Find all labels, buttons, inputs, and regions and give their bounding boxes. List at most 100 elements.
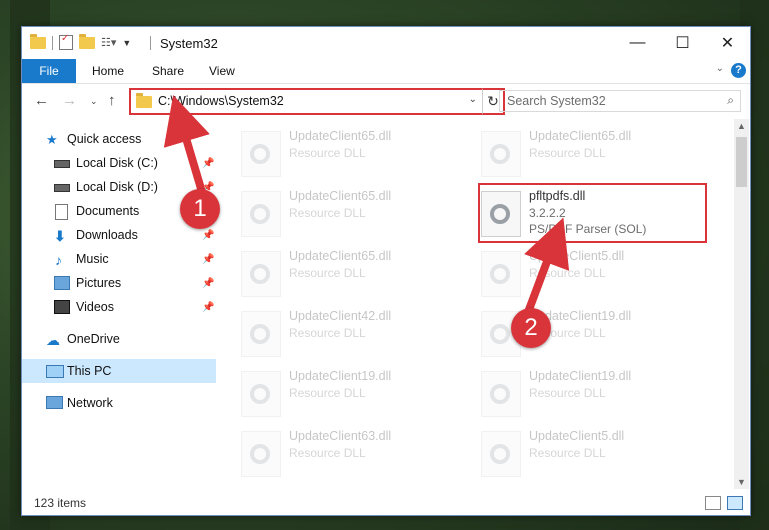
scroll-up-icon[interactable]: ▲ — [737, 121, 746, 131]
file-tile[interactable]: UpdateClient42.dll Resource DLL — [241, 307, 461, 357]
file-tile[interactable]: UpdateClient65.dll Resource DLL — [241, 187, 461, 237]
search-icon: ⌕ — [727, 93, 734, 107]
ribbon-tabs: File Home Share View ⌄ ? — [22, 59, 750, 84]
file-name: UpdateClient65.dll — [289, 189, 392, 203]
file-type: Resource DLL — [529, 266, 606, 280]
customize-toolbar-icon[interactable]: ☷▾ — [101, 36, 116, 49]
chevron-down-icon[interactable]: ▼ — [122, 38, 131, 48]
file-type: Resource DLL — [289, 386, 366, 400]
minimize-button[interactable]: — — [615, 27, 660, 59]
tab-file[interactable]: File — [22, 59, 76, 83]
sidebar-item-label: Music — [76, 252, 109, 266]
file-type: Resource DLL — [289, 206, 366, 220]
highlight-box — [478, 183, 707, 243]
dll-file-icon — [481, 131, 521, 177]
navigation-bar: ← → ⌄ ↑ C:\Windows\System32 ⌄ ↻ Search S… — [22, 84, 750, 118]
new-folder-icon[interactable] — [79, 33, 95, 49]
properties-icon[interactable]: ✓ — [59, 33, 73, 50]
drive-icon — [54, 184, 70, 192]
sidebar-item-network[interactable]: Network — [22, 391, 216, 415]
file-name: UpdateClient65.dll — [289, 249, 392, 263]
pin-icon: 📌 — [202, 157, 215, 169]
star-icon: ★ — [46, 132, 58, 147]
pictures-icon — [54, 276, 70, 290]
music-icon: ♪ — [55, 252, 62, 268]
maximize-button[interactable]: ☐ — [660, 27, 705, 59]
sidebar-item-onedrive[interactable]: ☁ OneDrive — [22, 327, 216, 351]
step-badge-2: 2 — [511, 308, 551, 348]
large-icons-view-icon[interactable] — [727, 496, 743, 510]
sidebar-item-quick-access[interactable]: ★ Quick access — [22, 127, 216, 151]
pin-icon: 📌 — [202, 229, 215, 241]
sidebar-item-this-pc[interactable]: This PC — [22, 359, 216, 383]
sidebar-item-local-disk-c[interactable]: Local Disk (C:) 📌 — [22, 151, 216, 175]
file-tile[interactable]: UpdateClient63.dll Resource DLL — [241, 427, 461, 477]
tab-view[interactable]: View — [209, 64, 235, 78]
tab-home[interactable]: Home — [92, 64, 124, 78]
pin-icon: 📌 — [202, 277, 215, 289]
dll-file-icon — [481, 251, 521, 297]
sidebar-item-music[interactable]: ♪ Music 📌 — [22, 247, 216, 271]
sidebar-item-label: Quick access — [67, 132, 142, 146]
help-icon[interactable]: ? — [731, 63, 746, 78]
file-type: Resource DLL — [289, 326, 366, 340]
cloud-icon: ☁ — [46, 332, 60, 348]
folder-icon[interactable] — [30, 33, 46, 49]
item-count: 123 items — [34, 496, 87, 510]
file-tile[interactable]: UpdateClient19.dll Resource DLL — [481, 367, 701, 417]
up-button[interactable]: ↑ — [108, 92, 116, 109]
back-button[interactable]: ← — [34, 92, 49, 109]
file-type: Resource DLL — [529, 446, 606, 460]
pin-icon: 📌 — [202, 253, 215, 265]
file-name: UpdateClient19.dll — [529, 369, 632, 383]
file-tile[interactable]: UpdateClient65.dll Resource DLL — [241, 247, 461, 297]
folder-icon — [136, 93, 152, 108]
sidebar-item-label: This PC — [67, 364, 112, 378]
expand-ribbon-icon[interactable]: ⌄ — [716, 63, 724, 74]
address-bar[interactable]: C:\Windows\System32 ⌄ — [129, 88, 485, 115]
chevron-down-icon[interactable]: ⌄ — [469, 94, 477, 105]
file-name: UpdateClient19.dll — [289, 369, 392, 383]
file-name: UpdateClient5.dll — [529, 249, 625, 263]
sidebar-item-label: Local Disk (C:) — [76, 156, 158, 170]
tab-share[interactable]: Share — [152, 64, 184, 78]
sidebar-item-label: Videos — [76, 300, 114, 314]
file-name: UpdateClient63.dll — [289, 429, 392, 443]
dll-file-icon — [241, 251, 281, 297]
sidebar-item-label: OneDrive — [67, 332, 120, 346]
status-bar: 123 items — [22, 490, 750, 515]
recent-locations-icon[interactable]: ⌄ — [90, 96, 98, 107]
documents-icon — [55, 204, 68, 220]
vertical-scrollbar[interactable]: ▲ ▼ — [734, 119, 749, 489]
file-tile[interactable]: UpdateClient65.dll Resource DLL — [241, 127, 461, 177]
dll-file-icon — [241, 311, 281, 357]
pc-icon — [46, 365, 64, 378]
pin-icon: 📌 — [202, 301, 215, 313]
sidebar-item-label: Local Disk (D:) — [76, 180, 158, 194]
sidebar-item-pictures[interactable]: Pictures 📌 — [22, 271, 216, 295]
forward-button[interactable]: → — [62, 92, 77, 109]
divider — [52, 35, 53, 50]
file-type: Resource DLL — [289, 146, 366, 160]
file-tile[interactable]: UpdateClient5.dll Resource DLL — [481, 247, 701, 297]
explorer-window: ✓ ☷▾ ▼ System32 — ☐ ✕ File Home Share Vi… — [21, 26, 751, 516]
window-title: System32 — [160, 36, 218, 51]
file-tile[interactable]: UpdateClient5.dll Resource DLL — [481, 427, 701, 477]
close-button[interactable]: ✕ — [705, 27, 750, 59]
file-list: UpdateClient65.dll Resource DLL UpdateCl… — [217, 119, 733, 489]
scroll-down-icon[interactable]: ▼ — [737, 477, 746, 487]
details-view-icon[interactable] — [705, 496, 721, 510]
file-tile[interactable]: UpdateClient65.dll Resource DLL — [481, 127, 701, 177]
search-input[interactable]: Search System32 ⌕ — [499, 90, 741, 112]
drive-icon — [54, 160, 70, 168]
sidebar-item-label: Network — [67, 396, 113, 410]
dll-file-icon — [481, 371, 521, 417]
scrollbar-thumb[interactable] — [736, 137, 747, 187]
file-tile[interactable]: UpdateClient19.dll Resource DLL — [241, 367, 461, 417]
step-badge-1: 1 — [180, 189, 220, 229]
sidebar-item-videos[interactable]: Videos 📌 — [22, 295, 216, 319]
title-bar: ✓ ☷▾ ▼ System32 — ☐ ✕ — [22, 27, 750, 59]
file-type: Resource DLL — [529, 146, 606, 160]
file-name: UpdateClient65.dll — [529, 129, 632, 143]
sidebar-item-downloads[interactable]: ⬇ Downloads 📌 — [22, 223, 216, 247]
